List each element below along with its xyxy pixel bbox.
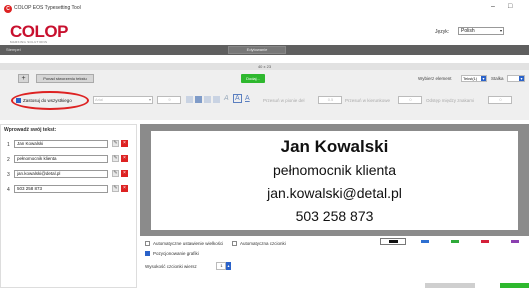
align-right-icon[interactable] xyxy=(204,96,211,103)
position-graphics-checkbox[interactable] xyxy=(145,251,150,256)
highlight-annotation xyxy=(11,91,89,110)
default-height-label: Wysokość czcionki wiersz xyxy=(145,264,197,269)
line-number: 4 xyxy=(7,187,10,193)
chevron-down-icon: ▾ xyxy=(519,76,524,81)
letter-spacing-label: Odstęp między znakami xyxy=(426,98,475,103)
preview-line-2: pełnomocnik klienta xyxy=(273,162,396,178)
add-button[interactable]: Dodaj... xyxy=(241,74,265,83)
font-size-input[interactable]: 9 xyxy=(157,96,181,104)
back-button[interactable] xyxy=(425,283,475,288)
edit-line-icon[interactable]: ✎ xyxy=(112,170,119,177)
edit-line-icon[interactable]: ✎ xyxy=(112,140,119,147)
tab-editing[interactable]: Edytowanie xyxy=(228,46,286,54)
chevron-down-icon: ▾ xyxy=(481,76,486,81)
select-element-label: Wybierz element xyxy=(418,76,452,81)
chevron-down-icon: ▾ xyxy=(499,28,502,33)
style-dropdown[interactable]: ▾ xyxy=(507,75,525,82)
horizontal-shift-label: Przesuń w kierunkowe xyxy=(345,98,391,103)
text-line-input[interactable]: jan.kowalski@detal.pl xyxy=(14,170,108,178)
edit-line-icon[interactable]: ✎ xyxy=(112,185,119,192)
text-line-input[interactable]: pełnomocnik klienta xyxy=(14,155,108,163)
text-line-input[interactable]: 503 258 873 xyxy=(14,185,108,193)
vertical-shift-label: Przesuń w pionie del xyxy=(263,98,305,103)
top-navigation: Stempel Edytowanie xyxy=(0,45,529,55)
style-label: Stalka xyxy=(491,76,504,81)
window-title: COLOP EOS Typesetting Tool xyxy=(14,5,81,11)
window-titlebar: C COLOP EOS Typesetting Tool – □ xyxy=(0,0,529,22)
app-icon: C xyxy=(4,5,12,13)
language-label: Język: xyxy=(435,29,450,35)
ink-color-selected[interactable] xyxy=(380,238,406,245)
stepper-icon[interactable]: ▴ xyxy=(226,262,231,270)
line-number: 3 xyxy=(7,172,10,178)
horizontal-shift-input[interactable]: 0 xyxy=(398,96,422,104)
preview-line-4: 503 258 873 xyxy=(295,208,374,224)
brand-logo: COLOP xyxy=(10,22,68,41)
brand-subtitle: MARKING SOLUTIONS xyxy=(10,40,48,44)
chevron-down-icon: ▾ xyxy=(148,97,151,102)
stamp-size-strip: 40 x 23 xyxy=(0,63,529,70)
underline-icon[interactable]: A xyxy=(245,95,250,102)
font-select[interactable]: Arial ▾ xyxy=(93,96,153,104)
ink-swatch-black xyxy=(389,240,398,243)
vertical-shift-input[interactable]: 0.5 xyxy=(318,96,342,104)
line-number: 1 xyxy=(7,142,10,148)
delete-line-icon[interactable]: × xyxy=(121,170,128,177)
auto-bold-label: Automatyczna czcionki xyxy=(240,241,286,246)
minimize-button[interactable]: – xyxy=(491,3,495,10)
default-height-input[interactable]: 1 xyxy=(216,262,226,270)
language-value: Polish xyxy=(461,28,475,34)
enter-text-heading: Wprowadź swój tekst: xyxy=(4,127,57,133)
auto-bold-checkbox[interactable] xyxy=(232,241,237,246)
italic-icon[interactable]: A xyxy=(224,95,229,102)
select-element-value: Tekst(1) xyxy=(463,76,478,81)
maximize-button[interactable]: □ xyxy=(508,3,512,10)
language-select[interactable]: Polish ▾ xyxy=(458,27,504,35)
position-graphics-label: Pozycjonowanie grafiki xyxy=(153,251,199,256)
ink-swatch-green[interactable] xyxy=(451,240,459,243)
text-lines-panel xyxy=(0,124,137,288)
edit-line-icon[interactable]: ✎ xyxy=(112,155,119,162)
ink-swatch-purple[interactable] xyxy=(511,240,519,243)
align-center-icon[interactable] xyxy=(195,96,202,103)
line-number: 2 xyxy=(7,157,10,163)
clear-text-button[interactable]: Ponad stworzeniu tekstu xyxy=(36,74,94,83)
letter-spacing-input[interactable]: 0 xyxy=(488,96,512,104)
align-justify-icon[interactable] xyxy=(213,96,220,103)
delete-line-icon[interactable]: × xyxy=(121,140,128,147)
ink-swatch-blue[interactable] xyxy=(421,240,429,243)
ink-swatch-red[interactable] xyxy=(481,240,489,243)
add-line-button[interactable]: + xyxy=(18,74,29,83)
select-element-dropdown[interactable]: Tekst(1) ▾ xyxy=(461,75,487,82)
auto-size-label: Automatyczne ustawienie wielkości xyxy=(153,241,224,246)
preview-line-3: jan.kowalski@detal.pl xyxy=(267,185,402,201)
delete-line-icon[interactable]: × xyxy=(121,185,128,192)
preview-line-1: Jan Kowalski xyxy=(280,137,389,156)
tab-stamp[interactable]: Stempel xyxy=(6,47,21,52)
text-line-input[interactable]: Jan Kowalski xyxy=(14,140,108,148)
font-value: Arial xyxy=(95,97,104,102)
auto-size-checkbox[interactable] xyxy=(145,241,150,246)
next-button[interactable] xyxy=(500,283,529,288)
align-left-icon[interactable] xyxy=(186,96,193,103)
bold-icon[interactable]: A xyxy=(233,94,242,103)
delete-line-icon[interactable]: × xyxy=(121,155,128,162)
